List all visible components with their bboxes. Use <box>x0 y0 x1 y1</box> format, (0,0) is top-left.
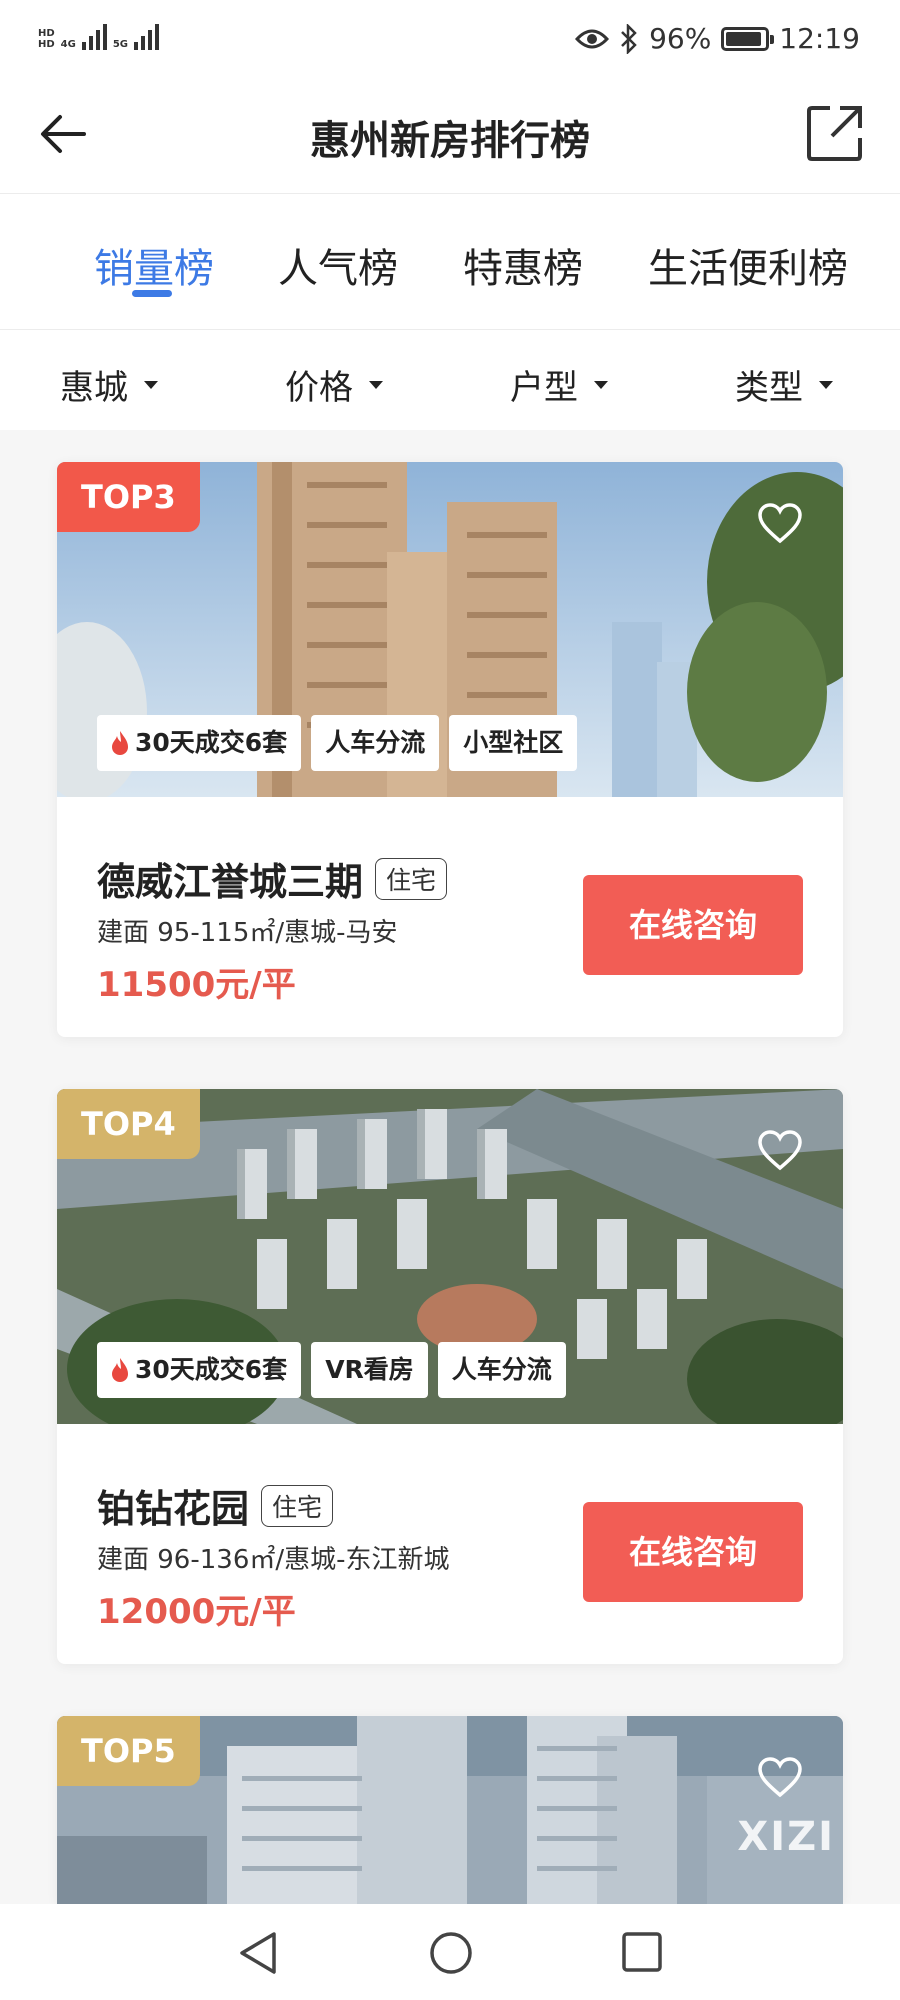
caret-down-icon <box>144 380 158 389</box>
watermark: XIZI <box>737 1814 835 1860</box>
favorite-heart-icon[interactable] <box>757 1756 803 1798</box>
area-location: 建面 95-115㎡/惠城-马安 <box>97 918 398 948</box>
listing-title-row: 铂钻花园 住宅 <box>97 1478 334 1533</box>
consult-button[interactable]: 在线咨询 <box>583 875 803 975</box>
tab-convenience[interactable]: 生活便利榜 <box>648 236 848 294</box>
listing-photo[interactable]: TOP5 XIZI <box>57 1716 843 1904</box>
tab-discount[interactable]: 特惠榜 <box>463 236 583 294</box>
feature-tags: 30天成交6套 人车分流 小型社区 <box>97 715 578 771</box>
listing-card[interactable]: TOP4 30天成交6套 VR看房 人车分流 铂钻花园 住宅 建面 96-136… <box>57 1089 843 1664</box>
caret-down-icon <box>594 380 608 389</box>
feature-tag: 小型社区 <box>449 715 578 771</box>
battery-percent: 96% <box>649 22 712 55</box>
tab-sales[interactable]: 销量榜 <box>94 236 214 294</box>
4g-label: 4G <box>60 39 76 50</box>
flame-icon <box>112 1358 128 1382</box>
rank-badge: TOP3 <box>57 462 200 532</box>
5g-label: 5G <box>112 39 129 50</box>
ranking-tabs: 销量榜 人气榜 特惠榜 生活便利榜 <box>0 194 900 330</box>
filter-type[interactable]: 类型 <box>735 360 833 409</box>
listing-info: 铂钻花园 住宅 建面 96-136㎡/惠城-东江新城 12000元/平 在线咨询 <box>57 1424 843 1664</box>
favorite-heart-icon[interactable] <box>757 1129 803 1171</box>
rank-badge: TOP4 <box>57 1089 200 1159</box>
price: 12000元/平 <box>97 1592 296 1632</box>
consult-button[interactable]: 在线咨询 <box>583 1502 803 1602</box>
sales-tag: 30天成交6套 <box>97 1342 302 1398</box>
page-title: 惠州新房排行榜 <box>310 118 590 164</box>
feature-tag: VR看房 <box>311 1342 428 1398</box>
listing-title-row: 德威江誉城三期 住宅 <box>97 851 448 906</box>
status-bar: HD HD 4G 5G 96% 12:19 <box>0 0 900 80</box>
filter-district[interactable]: 惠城 <box>60 360 158 409</box>
property-type-badge: 住宅 <box>375 857 448 900</box>
tab-popularity[interactable]: 人气榜 <box>278 236 398 294</box>
area-location: 建面 96-136㎡/惠城-东江新城 <box>97 1545 450 1575</box>
rank-badge: TOP5 <box>57 1716 200 1786</box>
flame-icon <box>112 731 128 755</box>
filter-bar: 惠城 价格 户型 类型 <box>0 330 900 430</box>
recents-square-icon[interactable] <box>620 1930 664 1974</box>
project-name: 德威江誉城三期 <box>97 860 364 904</box>
battery-icon <box>721 26 775 51</box>
signal-icon <box>81 22 107 50</box>
sales-tag: 30天成交6套 <box>97 715 302 771</box>
hd-indicator: HD HD <box>38 28 55 50</box>
active-tab-indicator <box>132 290 172 297</box>
listing-photo[interactable]: TOP4 30天成交6套 VR看房 人车分流 <box>57 1089 843 1424</box>
caret-down-icon <box>819 380 833 389</box>
back-triangle-icon[interactable] <box>236 1930 280 1976</box>
favorite-heart-icon[interactable] <box>757 502 803 544</box>
caret-down-icon <box>369 380 383 389</box>
listing-card[interactable]: TOP3 30天成交6套 人车分流 小型社区 德威江誉城三期 住宅 建面 95-… <box>57 462 843 1037</box>
listing-photo[interactable]: TOP3 30天成交6套 人车分流 小型社区 <box>57 462 843 797</box>
network-indicators: HD HD 4G 5G <box>38 22 160 50</box>
bluetooth-icon <box>621 23 637 54</box>
filter-price[interactable]: 价格 <box>285 360 383 409</box>
listing-card[interactable]: TOP5 XIZI <box>57 1716 843 1904</box>
nav-bar: 惠州新房排行榜 <box>0 80 900 194</box>
eye-icon <box>575 29 610 48</box>
project-name: 铂钻花园 <box>97 1487 250 1531</box>
property-type-badge: 住宅 <box>261 1484 334 1527</box>
feature-tags: 30天成交6套 VR看房 人车分流 <box>97 1342 566 1398</box>
system-nav-bar <box>0 1904 900 2000</box>
clock: 12:19 <box>779 22 860 55</box>
home-circle-icon[interactable] <box>428 1930 474 1976</box>
filter-layout[interactable]: 户型 <box>510 360 608 409</box>
signal-icon-2 <box>134 22 160 50</box>
share-icon[interactable] <box>804 102 866 164</box>
price: 11500元/平 <box>97 965 296 1005</box>
feature-tag: 人车分流 <box>437 1342 566 1398</box>
status-right: 96% 12:19 <box>575 22 860 55</box>
listing-info: 德威江誉城三期 住宅 建面 95-115㎡/惠城-马安 11500元/平 在线咨… <box>57 797 843 1037</box>
feature-tag: 人车分流 <box>311 715 440 771</box>
